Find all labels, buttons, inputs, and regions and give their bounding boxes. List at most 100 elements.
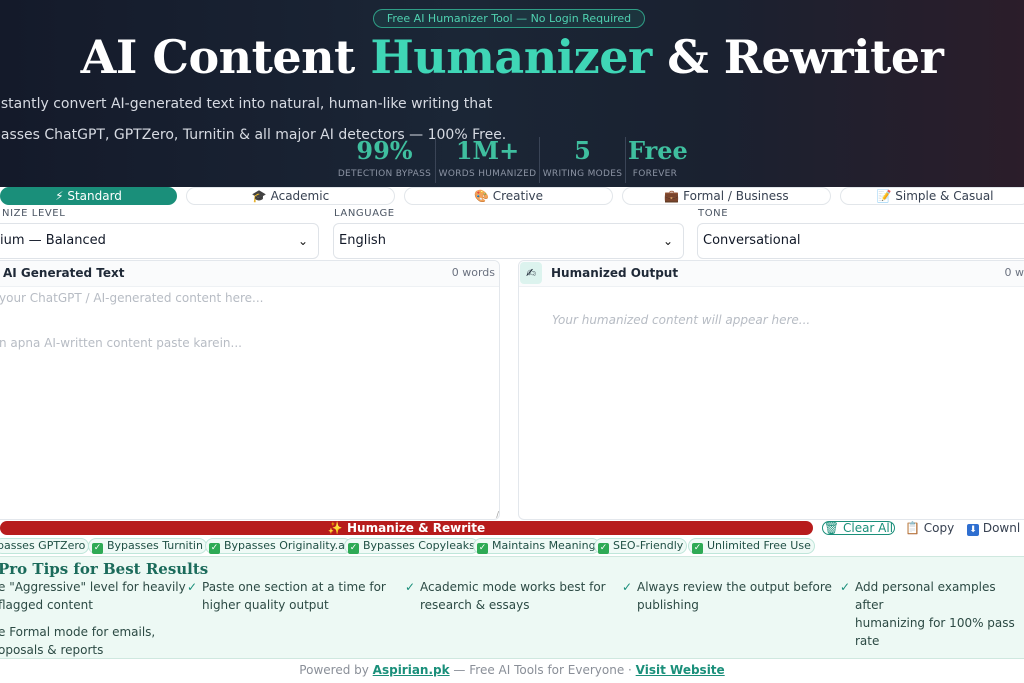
tips-title-text: Pro Tips for Best Results [0,560,209,578]
clear-all-label: Clear All [842,521,894,535]
download-icon: ⬇ [967,524,979,536]
tip-item: ✓ Always review the output before publis… [622,578,832,614]
tip-line: higher quality output [202,598,329,612]
word-count: 0 w [1004,266,1024,279]
language-select[interactable]: English ⌄ [333,223,684,259]
input-panel-title: AI Generated Text [3,266,125,280]
input-placeholder-line-2: n apna AI-written content paste karein..… [0,336,242,350]
humanize-level-select[interactable]: ium — Balanced ⌄ [0,223,319,259]
copy-label: Copy [923,521,955,535]
output-panel: ✍ Humanized Output 0 w Your humanized co… [518,260,1024,520]
footer-middle: — Free AI Tools for Everyone · [449,663,636,677]
input-textarea[interactable]: your ChatGPT / AI-generated content here… [0,287,499,519]
feature-chip: passes GPTZero [0,538,90,554]
stat-writing-modes: 5 WRITING MODES [540,137,626,183]
graduation-cap-icon: 🎓 [251,189,267,203]
tip-line: oposals & reports [0,643,104,657]
resize-handle-icon[interactable]: ∕ [496,510,499,519]
feature-chip: ✓ Bypasses Copyleaks [344,538,479,554]
title-accent: Humanizer [370,30,652,84]
select-value: ium — Balanced [0,233,106,248]
feature-chip: ✓ Bypasses Originality.ai [205,538,352,554]
tip-line: Academic mode works best for [420,580,606,594]
stat-label: WORDS HUMANIZED [438,169,537,179]
stat-value: 1M+ [455,136,520,165]
download-label: Downl [982,521,1021,535]
tab-formal-business[interactable]: 💼 Formal / Business [622,187,831,205]
tip-line: Paste one section at a time for [202,580,386,594]
clipboard-icon: 📋 [905,521,920,535]
tip-item: ✓ Add personal examples after humanizing… [840,578,1024,650]
visit-website-link[interactable]: Visit Website [636,663,725,677]
pencil-icon: ✍ [520,262,542,284]
mode-tabs: ⚡ Standard 🎓 Academic 🎨 Creative 💼 Forma… [0,187,1024,205]
check-icon: ✓ [840,580,851,594]
stat-label: FOREVER [632,169,678,179]
feature-chip: ✓ SEO-Friendly [594,538,688,554]
output-panel-header: ✍ Humanized Output 0 w [519,261,1024,287]
tip-line: Add personal examples after [855,580,996,612]
tip-item: ✓ Paste one section at a time for higher… [187,578,386,614]
hero-pill-badge: Free AI Humanizer Tool — No Login Requir… [373,9,645,28]
tab-label: Simple & Casual [895,189,994,203]
tips-title: Pro Tips for Best Results [0,560,208,578]
pro-tips-section: Pro Tips for Best Results e "Aggressive"… [0,556,1024,659]
brand-link[interactable]: Aspirian.pk [373,663,450,677]
check-icon: ✓ [692,543,703,554]
feature-chip: ✓ Unlimited Free Use [688,538,815,554]
hero-subtitle-line-1: nstantly convert AI-generated text into … [0,96,493,112]
stats-row: 99% DETECTION BYPASS 1M+ WORDS HUMANIZED… [334,136,688,183]
feature-text: Bypasses Turnitin [107,539,203,552]
copy-button[interactable]: 📋 Copy [905,521,954,535]
feature-text: Bypasses Originality.ai [224,539,348,552]
tip-line: Always review the output before [637,580,832,594]
stat-value: 5 [574,136,591,165]
check-icon: ✓ [209,543,220,554]
title-part-1: AI Content [80,30,371,84]
feature-text: Unlimited Free Use [707,539,811,552]
hero-banner: Free AI Humanizer Tool — No Login Requir… [0,0,1024,187]
tip-line: flagged content [0,598,93,612]
stat-forever: Free FOREVER [626,136,688,183]
humanize-button[interactable]: ✨ Humanize & Rewrite [0,521,813,535]
check-icon: ✓ [92,543,103,554]
tip-line: e Formal mode for emails, [0,625,156,639]
briefcase-icon: 💼 [664,189,680,203]
humanize-level-label: NIZE LEVEL [2,208,66,219]
tone-select[interactable]: Conversational [697,223,1024,259]
feature-chip: ✓ Maintains Meaning [473,538,600,554]
tip-item: ✓ Academic mode works best for research … [405,578,606,614]
stat-words-humanized: 1M+ WORDS HUMANIZED [436,137,540,183]
feature-text: passes GPTZero [0,539,86,552]
tip-item: e "Aggressive" level for heavily flagged… [0,578,186,614]
title-part-2: & Rewriter [651,30,944,84]
tone-label: TONE [698,208,729,219]
footer: Powered by Aspirian.pk — Free AI Tools f… [0,660,1024,680]
stat-label: DETECTION BYPASS [337,169,432,179]
feature-text: Maintains Meaning [492,539,596,552]
tab-label: Creative [492,189,544,203]
tab-creative[interactable]: 🎨 Creative [404,187,613,205]
tab-label: Standard [67,189,122,203]
chevron-down-icon: ⌄ [662,234,673,248]
tip-line: research & essays [420,598,530,612]
check-icon: ✓ [598,543,609,554]
select-value: English [339,233,386,248]
clear-all-button[interactable]: 🗑 Clear All [822,521,895,535]
download-button[interactable]: ⬇ Downl [967,521,1021,536]
word-count: 0 words [451,266,495,279]
check-icon: ✓ [187,580,198,594]
stat-value: Free [628,136,688,165]
feature-chip: ✓ Bypasses Turnitin [88,538,207,554]
check-icon: ✓ [477,543,488,554]
tab-simple-casual[interactable]: 📝 Simple & Casual [840,187,1024,205]
tab-academic[interactable]: 🎓 Academic [186,187,395,205]
tab-standard[interactable]: ⚡ Standard [0,187,177,205]
feature-text: Bypasses Copyleaks [363,539,475,552]
chevron-down-icon: ⌄ [297,234,308,248]
tip-item: e Formal mode for emails, oposals & repo… [0,623,155,659]
input-panel: AI Generated Text 0 words your ChatGPT /… [0,260,500,520]
check-icon: ✓ [348,543,359,554]
input-panel-header: AI Generated Text 0 words [0,261,499,287]
output-panel-title: Humanized Output [551,266,679,280]
